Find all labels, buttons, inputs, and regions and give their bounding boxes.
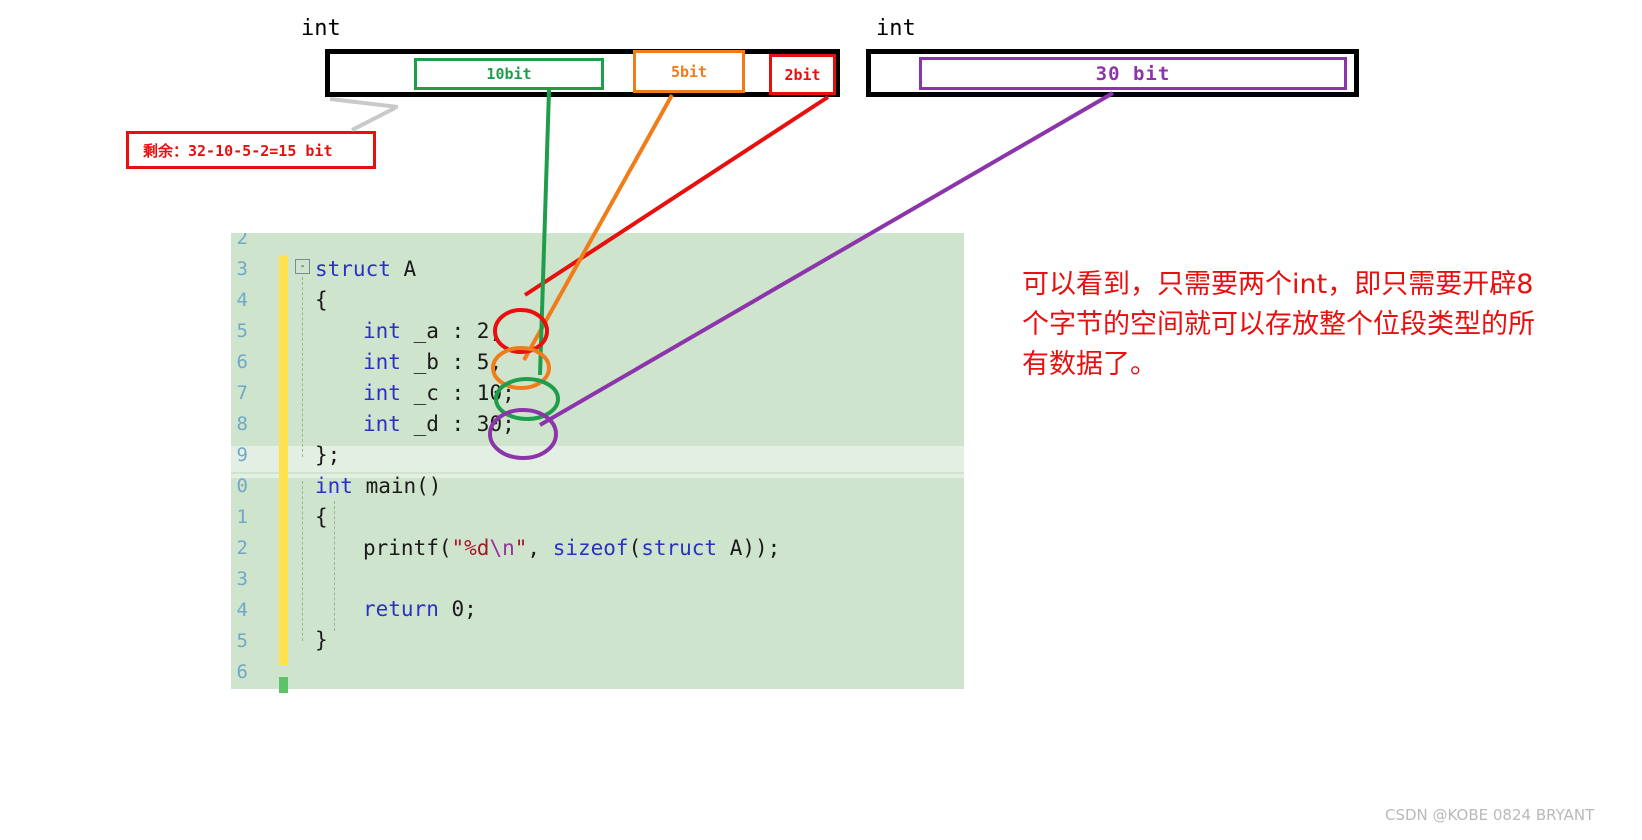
- right-int-label: int: [876, 16, 916, 41]
- line-number: 1: [236, 506, 248, 528]
- line-number: 2: [236, 233, 248, 249]
- bit-field-5-box: 5bit: [633, 50, 745, 93]
- line-number: 6: [236, 351, 248, 373]
- code-line-printf: printf("%d\n", sizeof(struct A));: [363, 536, 781, 560]
- line-number: 3: [236, 258, 248, 280]
- code-line-return: return 0;: [363, 597, 477, 621]
- code-fold-toggle-icon[interactable]: -: [295, 259, 310, 274]
- line-number: 5: [236, 630, 248, 652]
- code-line-open-brace: {: [315, 288, 328, 312]
- unsaved-change-bar: [279, 255, 288, 665]
- bit-field-10-box: 10bit: [414, 58, 604, 90]
- line-number: 9: [236, 444, 248, 466]
- bit-field-30-box: 30 bit: [919, 57, 1347, 90]
- remainder-note: 剩余：32-10-5-2=15 bit: [126, 131, 376, 169]
- code-line-main: int main(): [315, 474, 442, 498]
- saved-change-bar: [279, 677, 288, 693]
- watermark: CSDN @KOBE 0824 BRYANT: [1385, 806, 1595, 824]
- bit-field-5-label: 5bit: [670, 62, 708, 81]
- indent-guide: [302, 481, 303, 641]
- line-number: 4: [236, 599, 248, 621]
- left-int-label: int: [301, 16, 341, 41]
- highlight-row: [231, 446, 964, 472]
- line-number: 3: [236, 568, 248, 590]
- code-line-close-brace-main: }: [315, 628, 328, 652]
- code-line-field-a: int _a : 2;: [363, 319, 503, 343]
- indent-guide: [334, 501, 335, 631]
- code-editor[interactable]: -: [231, 233, 964, 693]
- line-number: 4: [236, 289, 248, 311]
- line-number: 2: [236, 537, 248, 559]
- line-number: 6: [236, 661, 248, 683]
- line-number: 8: [236, 413, 248, 435]
- editor-gutter: 2 3 4 5 6 7 8 9 0 1 2 3 4 5 6: [220, 233, 248, 689]
- code-line-close-struct: };: [315, 443, 341, 467]
- line-number: 7: [236, 382, 248, 404]
- line-number: 0: [236, 475, 248, 497]
- explanation-note: 可以看到，只需要两个int，即只需要开辟8个字节的空间就可以存放整个位段类型的所…: [1022, 269, 1535, 380]
- code-line-field-d: int _d : 30;: [363, 412, 515, 436]
- code-line-struct-a: struct A: [315, 257, 417, 281]
- code-line-open-brace-main: {: [315, 505, 328, 529]
- remainder-note-text: 剩余：32-10-5-2=15 bit: [143, 141, 333, 160]
- bit-field-10-label: 10bit: [486, 65, 532, 83]
- line-number: 5: [236, 320, 248, 342]
- indent-guide: [302, 277, 303, 457]
- bit-field-2-label: 2bit: [784, 65, 821, 84]
- bit-field-30-label: 30 bit: [1095, 62, 1171, 85]
- code-line-field-c: int _c : 10;: [363, 381, 515, 405]
- code-line-field-b: int _b : 5;: [363, 350, 503, 374]
- bit-field-2-box: 2bit: [769, 54, 836, 95]
